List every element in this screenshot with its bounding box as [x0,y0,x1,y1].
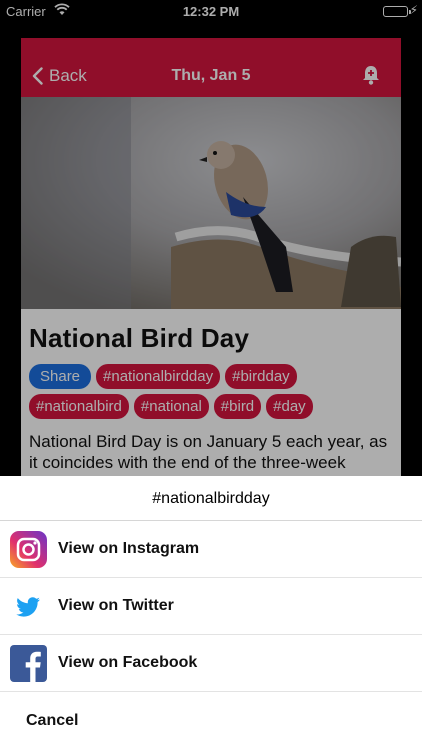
bell-plus-icon[interactable] [361,64,381,91]
status-bar: Carrier 12:32 PM ⚡ [0,0,422,22]
tag-birdday[interactable]: #birdday [225,364,297,389]
nav-bar: Back Thu, Jan 5 [21,38,401,97]
tag-list: Share #nationalbirdday #birdday #nationa… [29,364,395,419]
share-button[interactable]: Share [29,364,92,389]
tag-national[interactable]: #national [133,394,209,419]
twitter-icon [10,588,47,625]
cancel-button[interactable]: Cancel [26,712,78,730]
view-on-facebook-button[interactable]: View on Facebook [0,635,422,692]
view-on-twitter-button[interactable]: View on Twitter [0,578,422,635]
charging-icon: ⚡ [409,3,418,17]
tag-day[interactable]: #day [266,394,313,419]
event-description: National Bird Day is on January 5 each y… [29,432,388,472]
event-screen: Back Thu, Jan 5 National Bird Day Share … [21,38,401,518]
twitter-option-label: View on Twitter [58,597,174,614]
action-sheet: #nationalbirdday View on Instagram View … [0,476,422,750]
tag-nationalbird[interactable]: #nationalbird [29,394,129,419]
sheet-title: #nationalbirdday [0,476,422,521]
battery-icon [383,6,411,17]
event-title: National Bird Day [29,323,250,353]
page-title: Thu, Jan 5 [171,67,251,84]
event-content: National Bird Day Share #nationalbirdday… [29,323,397,473]
facebook-option-label: View on Facebook [58,654,198,671]
tag-nationalbirdday[interactable]: #nationalbirdday [96,364,221,389]
view-on-instagram-button[interactable]: View on Instagram [0,521,422,578]
status-time: 12:32 PM [182,4,240,19]
instagram-icon [10,531,47,568]
event-photo [21,97,401,309]
instagram-option-label: View on Instagram [58,540,200,557]
facebook-icon [10,645,47,682]
tag-bird[interactable]: #bird [213,394,262,419]
